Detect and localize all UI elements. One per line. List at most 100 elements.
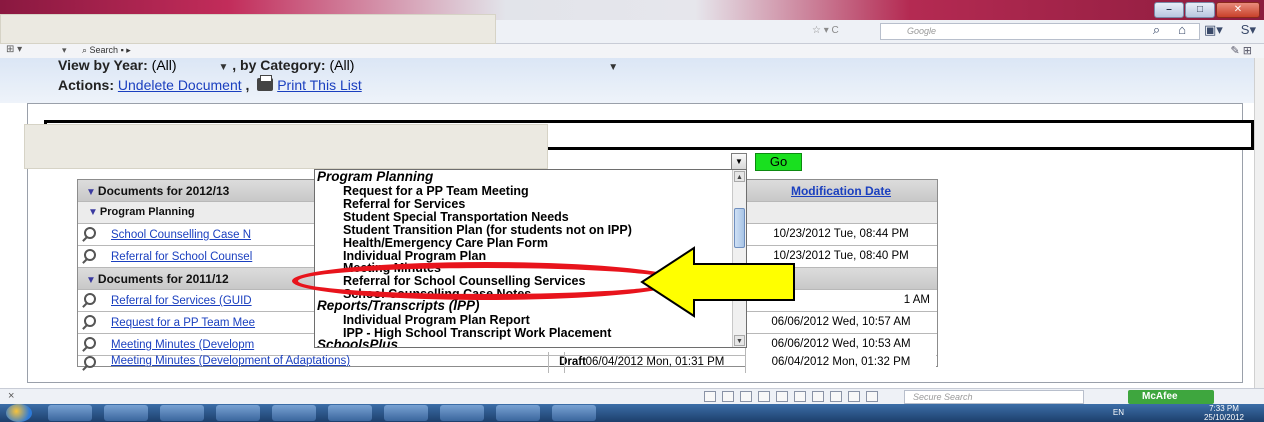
document-type-dropdown-toggle[interactable]: ▼ <box>731 153 747 170</box>
view-magnifier-icon[interactable] <box>84 249 96 261</box>
taskbar-app-powerpoint[interactable] <box>440 405 484 421</box>
print-list-link[interactable]: Print This List <box>277 77 362 93</box>
close-addon-bar-icon[interactable]: × <box>8 390 14 402</box>
addon-icon[interactable] <box>866 391 878 402</box>
category-filter-select[interactable]: (All) ▼ <box>329 57 618 73</box>
window-controls: – □ ✕ <box>1153 2 1260 18</box>
addon-icon[interactable] <box>740 391 752 402</box>
dropdown-option[interactable]: Referral for Services <box>343 197 465 211</box>
dropdown-group-label: SchoolsPlus <box>317 337 399 348</box>
toolbar-search-label: Search <box>89 45 119 55</box>
addon-icon[interactable] <box>794 391 806 402</box>
category-filter-label: , by Category: <box>232 57 326 73</box>
document-link[interactable]: Referral for School Counsel <box>111 251 252 263</box>
document-link[interactable]: Meeting Minutes (Development of Adaptati… <box>111 355 350 367</box>
dropdown-option[interactable]: Individual Program Plan Report <box>343 313 530 327</box>
dropdown-option[interactable]: Request for a PP Team Meeting <box>343 184 529 198</box>
os-taskbar: EN 7:33 PM 25/10/2012 <box>0 404 1264 422</box>
year-filter-select[interactable]: (All) ▼ <box>152 57 229 73</box>
undelete-document-link[interactable]: Undelete Document <box>118 77 242 93</box>
clock-time: 7:33 PM <box>1209 404 1239 413</box>
dropdown-option[interactable]: Student Transition Plan (for students no… <box>343 223 632 237</box>
dropdown-group-label: Program Planning <box>317 169 434 184</box>
page-scrollbar[interactable] <box>1254 58 1264 388</box>
year-filter-value: (All) <box>151 57 177 73</box>
scroll-down-icon[interactable]: ▼ <box>734 335 745 346</box>
printer-icon[interactable] <box>257 75 274 91</box>
taskbar-app-other[interactable] <box>552 405 596 421</box>
scroll-thumb[interactable] <box>734 208 745 248</box>
secondary-toolbar: ⊞ ▾ ▾ ⌕ Search ▪ ▸ ✎ ⊞ <box>0 44 1264 58</box>
chevron-down-icon: ▼ <box>218 62 229 73</box>
dropdown-option[interactable]: Student Special Transportation Needs <box>343 210 569 224</box>
star-icon[interactable]: ☆ ▾ C <box>812 25 839 36</box>
clock-date: 25/10/2012 <box>1203 413 1244 422</box>
addon-icon[interactable] <box>704 391 716 402</box>
group-title: Documents for 2012/13 <box>97 184 230 198</box>
view-magnifier-icon[interactable] <box>84 337 96 349</box>
pointer-arrow-icon <box>640 246 795 318</box>
view-magnifier-icon[interactable] <box>84 227 96 239</box>
browser-statusbar: × Secure Search McAfee <box>0 388 1264 404</box>
highlight-ellipse <box>292 262 680 300</box>
modification-date-cell: 10/23/2012 Tue, 08:44 PM <box>745 224 936 245</box>
addon-icon[interactable] <box>758 391 770 402</box>
toolbar-right-icons[interactable]: ✎ ⊞ <box>1231 44 1253 57</box>
taskbar-app-folder[interactable] <box>328 405 372 421</box>
table-row: Meeting Minutes (Development of Adaptati… <box>78 352 937 373</box>
document-link[interactable]: Meeting Minutes (Developm <box>111 339 254 351</box>
close-button[interactable]: ✕ <box>1216 2 1260 18</box>
addon-icon[interactable] <box>830 391 842 402</box>
scroll-up-icon[interactable]: ▲ <box>734 171 745 182</box>
addon-icon[interactable] <box>848 391 860 402</box>
chevron-down-icon: ▼ <box>608 62 619 73</box>
start-button[interactable] <box>6 404 32 422</box>
toolbar-dropdown[interactable]: ▾ <box>62 45 67 56</box>
collapse-triangle-icon[interactable]: ▼ <box>86 275 96 286</box>
collapse-triangle-icon[interactable]: ▼ <box>88 207 98 218</box>
taskbar-app-network[interactable] <box>272 405 316 421</box>
toolbar-menu-icon[interactable]: ⊞ ▾ <box>6 44 22 55</box>
document-link[interactable]: Referral for Services (GUID <box>111 295 252 307</box>
taskbar-app-ie[interactable] <box>48 405 92 421</box>
url-controls[interactable]: ☆ ▾ C <box>812 25 839 36</box>
addon-icon[interactable] <box>812 391 824 402</box>
taskbar-app-chrome[interactable] <box>216 405 260 421</box>
dropdown-option[interactable]: Health/Emergency Care Plan Form <box>343 236 548 250</box>
home-icon[interactable]: ⌂ <box>1178 22 1186 38</box>
category-filter-value: (All) <box>329 57 355 73</box>
maximize-button[interactable]: □ <box>1185 2 1215 18</box>
group-title: Documents for 2011/12 <box>97 272 229 286</box>
view-magnifier-icon[interactable] <box>84 293 96 305</box>
system-clock[interactable]: 7:33 PM 25/10/2012 <box>1204 404 1244 422</box>
mcafee-badge[interactable]: McAfee <box>1128 390 1214 404</box>
taskbar-app-media[interactable] <box>160 405 204 421</box>
creation-date-cell: 06/04/2012 Mon, 01:31 PM <box>564 352 745 373</box>
addon-icon[interactable] <box>722 391 734 402</box>
view-magnifier-icon[interactable] <box>84 356 96 368</box>
nav-tools: ⌕ ⌂ ▣▾ S▾ <box>1135 22 1256 38</box>
actions-label: Actions: <box>58 77 114 93</box>
magnifier-icon[interactable]: ⌕ <box>1153 22 1160 38</box>
addon-icon[interactable]: S▾ <box>1241 22 1256 38</box>
addon-icon[interactable] <box>776 391 788 402</box>
secure-search-input[interactable]: Secure Search <box>904 390 1084 404</box>
taskbar-apps <box>48 405 608 421</box>
go-button[interactable]: Go <box>755 153 802 171</box>
document-link[interactable]: School Counselling Case N <box>111 229 251 241</box>
language-indicator[interactable]: EN <box>1113 408 1124 417</box>
bookmarks-icon[interactable]: ▣▾ <box>1204 22 1223 38</box>
dropdown-group-label: Reports/Transcripts (IPP) <box>317 298 480 313</box>
view-magnifier-icon[interactable] <box>84 315 96 327</box>
arrow-shape <box>640 246 795 318</box>
taskbar-app-itunes[interactable] <box>496 405 540 421</box>
taskbar-app-explorer[interactable] <box>104 405 148 421</box>
actions-row: Actions: Undelete Document , Print This … <box>58 75 362 93</box>
collapse-triangle-icon[interactable]: ▼ <box>86 187 96 198</box>
taskbar-app-firefox[interactable] <box>384 405 428 421</box>
minimize-button[interactable]: – <box>1154 2 1184 18</box>
statusbar-icons <box>704 391 884 402</box>
modification-date-header[interactable]: Modification Date <box>745 180 936 202</box>
document-link[interactable]: Request for a PP Team Mee <box>111 317 255 329</box>
toolbar-search-button[interactable]: ⌕ Search ▪ ▸ <box>82 45 131 56</box>
